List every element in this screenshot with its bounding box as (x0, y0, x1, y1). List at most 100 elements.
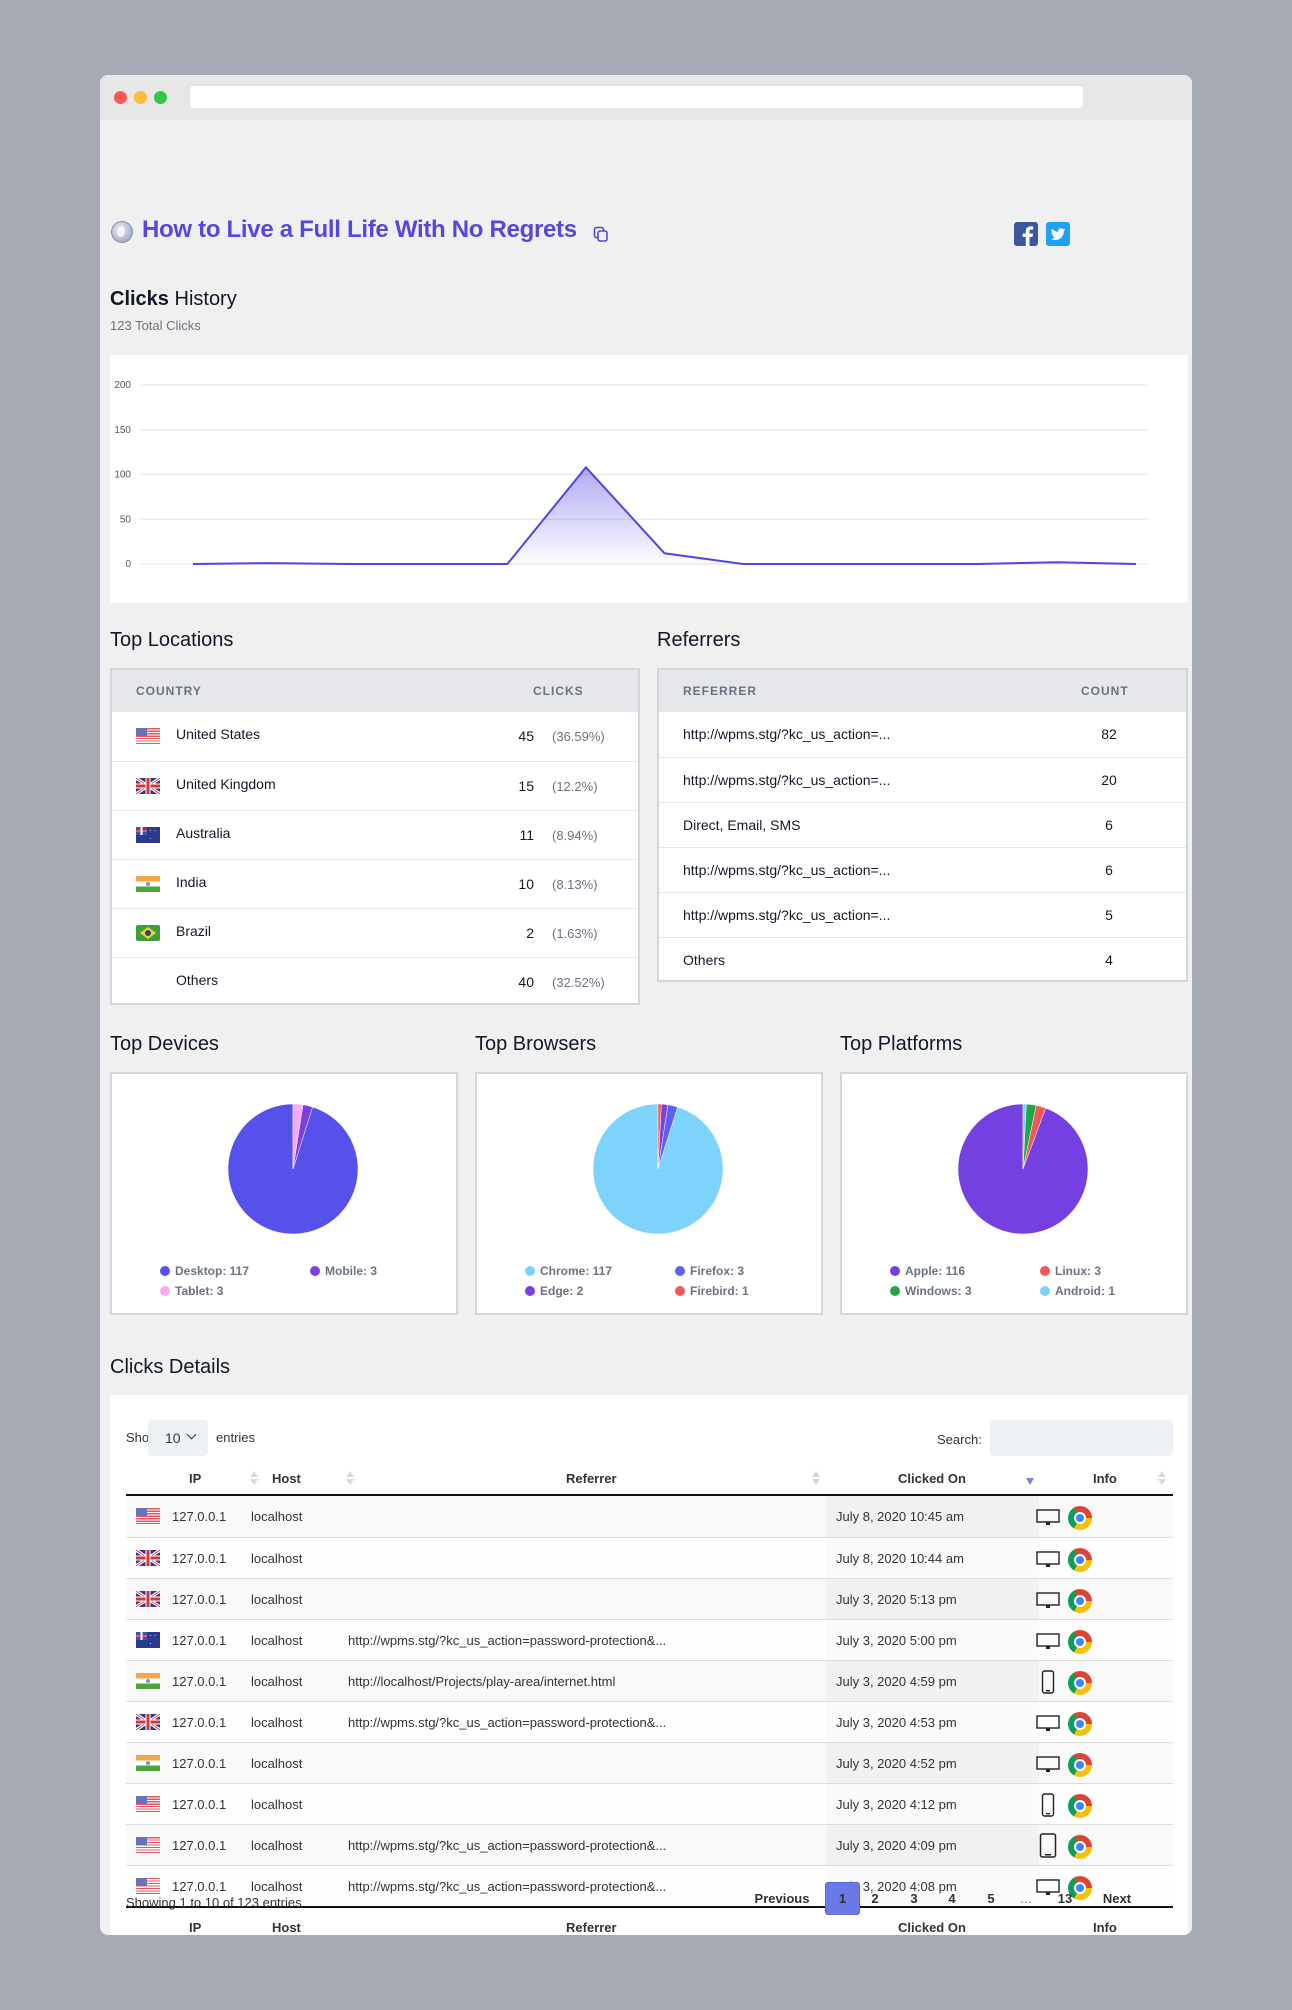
tablet-icon (1039, 1833, 1057, 1858)
facebook-icon[interactable] (1014, 222, 1038, 246)
location-row: United States 45 (36.59%) (112, 712, 638, 761)
address-bar[interactable] (189, 85, 1084, 109)
referrer-count: 6 (1105, 817, 1113, 833)
legend-color-dot (675, 1286, 685, 1296)
table-header: REFERRER COUNT (659, 670, 1186, 712)
referrer-url[interactable]: http://wpms.stg/?kc_us_action=... (683, 907, 890, 923)
column-header-clicked-on[interactable]: Clicked On (898, 1471, 966, 1486)
column-header-host[interactable]: Host (272, 1471, 301, 1486)
sort-icon[interactable] (250, 1471, 258, 1487)
sort-descending-icon[interactable] (1026, 1478, 1034, 1485)
legend-item[interactable]: Apple: 116 (890, 1264, 965, 1278)
ip-cell: 127.0.0.1 (172, 1633, 227, 1648)
desktop-icon (1036, 1592, 1060, 1608)
page-length-select[interactable]: 10 (148, 1420, 208, 1456)
top-platforms-card: Apple: 116 Linux: 3 Windows: 3 Android: 1 (840, 1072, 1188, 1315)
next-page-button[interactable]: Next (1092, 1882, 1142, 1915)
legend-item[interactable]: Tablet: 3 (160, 1284, 223, 1298)
page-1-button[interactable]: 1 (825, 1882, 860, 1915)
referrer-cell[interactable]: http://localhost/Projects/play-area/inte… (348, 1674, 615, 1689)
page-13-button[interactable]: 13 (1048, 1882, 1082, 1915)
referrer-url[interactable]: http://wpms.stg/?kc_us_action=... (683, 862, 890, 878)
referrer-cell[interactable]: http://wpms.stg/?kc_us_action=password-p… (348, 1879, 666, 1894)
chrome-icon (1068, 1671, 1092, 1695)
host-cell: localhost (251, 1715, 303, 1730)
legend-item[interactable]: Windows: 3 (890, 1284, 972, 1298)
page-4-button[interactable]: 4 (938, 1882, 966, 1915)
table-info: Showing 1 to 10 of 123 entries (126, 1895, 302, 1910)
clicks-details-panel: Show 10 entries Search: IP Host Referrer… (110, 1395, 1188, 1935)
clicks-history-heading: Clicks History (110, 288, 237, 311)
sort-icon[interactable] (346, 1471, 354, 1487)
host-cell: localhost (251, 1551, 303, 1566)
clicked-on-cell: July 3, 2020 4:59 pm (836, 1674, 957, 1689)
sort-icon[interactable] (812, 1471, 820, 1487)
legend-color-dot (890, 1266, 900, 1276)
page-5-button[interactable]: 5 (977, 1882, 1005, 1915)
legend-item[interactable]: Firefox: 3 (675, 1264, 744, 1278)
flag-us-icon (136, 728, 160, 744)
legend-color-dot (160, 1286, 170, 1296)
minimize-window-button[interactable] (134, 91, 147, 104)
click-count: 2 (526, 925, 534, 941)
legend-item[interactable]: Chrome: 117 (525, 1264, 612, 1278)
click-percent: (32.52%) (552, 975, 605, 990)
desktop-icon (1036, 1715, 1060, 1731)
referrer-row: http://wpms.stg/?kc_us_action=... 20 (659, 757, 1186, 802)
table-row: 127.0.0.1 localhost July 3, 2020 4:52 pm (126, 1742, 1173, 1783)
link-title[interactable]: How to Live a Full Life With No Regrets (142, 216, 577, 244)
table-header: COUNTRY CLICKS (112, 670, 638, 712)
referrer-url[interactable]: http://wpms.stg/?kc_us_action=... (683, 772, 890, 788)
series-line (192, 465, 1137, 565)
legend-color-dot (675, 1266, 685, 1276)
referrer-url: Others (683, 952, 726, 968)
legend-item[interactable]: Mobile: 3 (310, 1264, 377, 1278)
sort-icon[interactable] (1158, 1471, 1166, 1487)
location-row: Others 40 (32.52%) (112, 957, 638, 1006)
twitter-icon[interactable] (1046, 222, 1070, 246)
legend-color-dot (1040, 1286, 1050, 1296)
legend-item[interactable]: Linux: 3 (1040, 1264, 1101, 1278)
column-header-country: COUNTRY (136, 684, 202, 698)
heading-bold-part: Clicks (110, 288, 169, 310)
column-header-ip[interactable]: IP (189, 1471, 201, 1486)
column-header-info[interactable]: Info (1093, 1471, 1117, 1486)
chrome-icon (1068, 1794, 1092, 1818)
referrer-cell[interactable]: http://wpms.stg/?kc_us_action=password-p… (348, 1715, 666, 1730)
legend-label: Tablet: 3 (175, 1284, 224, 1298)
previous-page-button[interactable]: Previous (751, 1882, 813, 1915)
close-window-button[interactable] (114, 91, 127, 104)
page-2-button[interactable]: 2 (861, 1882, 889, 1915)
y-tick-label: 200 (114, 380, 131, 391)
referrer-cell[interactable]: http://wpms.stg/?kc_us_action=password-p… (348, 1633, 666, 1648)
referrer-cell[interactable]: http://wpms.stg/?kc_us_action=password-p… (348, 1838, 666, 1853)
desktop-icon (1036, 1509, 1060, 1525)
search-input[interactable] (990, 1420, 1173, 1456)
legend-color-dot (525, 1266, 535, 1276)
click-percent: (12.2%) (552, 779, 598, 794)
legend-item[interactable]: Desktop: 117 (160, 1264, 249, 1278)
column-header-referrer[interactable]: Referrer (566, 1471, 617, 1486)
flag-us-icon (136, 1837, 160, 1853)
referrer-row: http://wpms.stg/?kc_us_action=... 82 (659, 712, 1186, 757)
legend-item[interactable]: Android: 1 (1040, 1284, 1115, 1298)
host-cell: localhost (251, 1879, 303, 1894)
maximize-window-button[interactable] (154, 91, 167, 104)
referrer-count: 82 (1101, 726, 1117, 742)
legend-item[interactable]: Firebird: 1 (675, 1284, 749, 1298)
page-3-button[interactable]: 3 (900, 1882, 928, 1915)
country-name: United Kingdom (176, 776, 276, 792)
host-cell: localhost (251, 1838, 303, 1853)
legend-item[interactable]: Edge: 2 (525, 1284, 583, 1298)
clicked-on-cell: July 3, 2020 5:00 pm (836, 1633, 957, 1648)
copy-icon[interactable] (593, 226, 609, 242)
flag-in-icon (136, 876, 160, 892)
clicked-on-cell: July 3, 2020 4:53 pm (836, 1715, 957, 1730)
country-name: Brazil (176, 923, 212, 939)
referrer-row: http://wpms.stg/?kc_us_action=... 6 (659, 847, 1186, 892)
country-name: United States (176, 726, 261, 742)
click-percent: (8.13%) (552, 877, 598, 892)
referrer-url[interactable]: http://wpms.stg/?kc_us_action=... (683, 726, 890, 742)
desktop-icon (1036, 1633, 1060, 1649)
ip-cell: 127.0.0.1 (172, 1592, 227, 1607)
